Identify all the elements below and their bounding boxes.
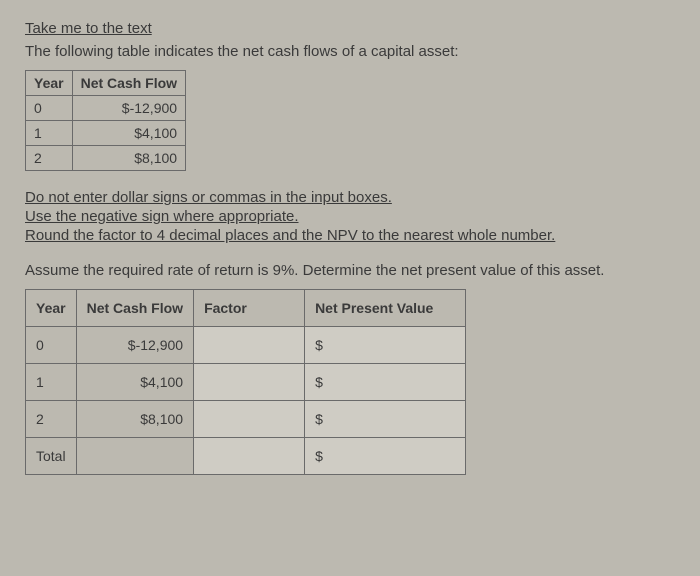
cell-year: 0 [26, 327, 77, 364]
intro-text: The following table indicates the net ca… [25, 43, 675, 60]
table-row: 0 $-12,900 $ [26, 327, 466, 364]
table-row: 1 $4,100 [26, 121, 186, 146]
cell-flow: $8,100 [76, 401, 193, 438]
dollar-sign: $ [315, 411, 329, 427]
instruction-line: Round the factor to 4 decimal places and… [25, 227, 675, 244]
cell-year: 2 [26, 401, 77, 438]
col-flow: Net Cash Flow [72, 71, 185, 96]
table-row: 1 $4,100 $ [26, 364, 466, 401]
table-row: 2 $8,100 $ [26, 401, 466, 438]
col-year: Year [26, 71, 73, 96]
cash-flow-table: Year Net Cash Flow 0 $-12,900 1 $4,100 2… [25, 70, 186, 171]
table-row: 2 $8,100 [26, 146, 186, 171]
npv-input[interactable]: $ [305, 327, 466, 364]
cell-total-label: Total [26, 438, 77, 475]
factor-input[interactable] [194, 327, 305, 364]
cell-flow [76, 438, 193, 475]
factor-input[interactable] [194, 401, 305, 438]
cell-flow: $-12,900 [76, 327, 193, 364]
nav-link[interactable]: Take me to the text [25, 20, 675, 37]
dollar-sign: $ [315, 448, 329, 464]
col-year: Year [26, 290, 77, 327]
cell-year: 0 [26, 96, 73, 121]
instruction-line: Do not enter dollar signs or commas in t… [25, 189, 675, 206]
assume-text: Assume the required rate of return is 9%… [25, 262, 675, 279]
npv-input[interactable]: $ [305, 401, 466, 438]
col-factor: Factor [194, 290, 305, 327]
instruction-line: Use the negative sign where appropriate. [25, 208, 675, 225]
cell-flow: $-12,900 [72, 96, 185, 121]
cell-flow: $4,100 [72, 121, 185, 146]
col-flow: Net Cash Flow [76, 290, 193, 327]
table-row: 0 $-12,900 [26, 96, 186, 121]
cell-flow: $8,100 [72, 146, 185, 171]
cell-flow: $4,100 [76, 364, 193, 401]
npv-input[interactable]: $ [305, 364, 466, 401]
cell-year: 1 [26, 121, 73, 146]
cell-year: 2 [26, 146, 73, 171]
factor-input[interactable] [194, 364, 305, 401]
col-npv: Net Present Value [305, 290, 466, 327]
npv-total-input[interactable]: $ [305, 438, 466, 475]
dollar-sign: $ [315, 374, 329, 390]
factor-blank [194, 438, 305, 475]
cell-year: 1 [26, 364, 77, 401]
table-row-total: Total $ [26, 438, 466, 475]
npv-table: Year Net Cash Flow Factor Net Present Va… [25, 289, 466, 475]
dollar-sign: $ [315, 337, 329, 353]
